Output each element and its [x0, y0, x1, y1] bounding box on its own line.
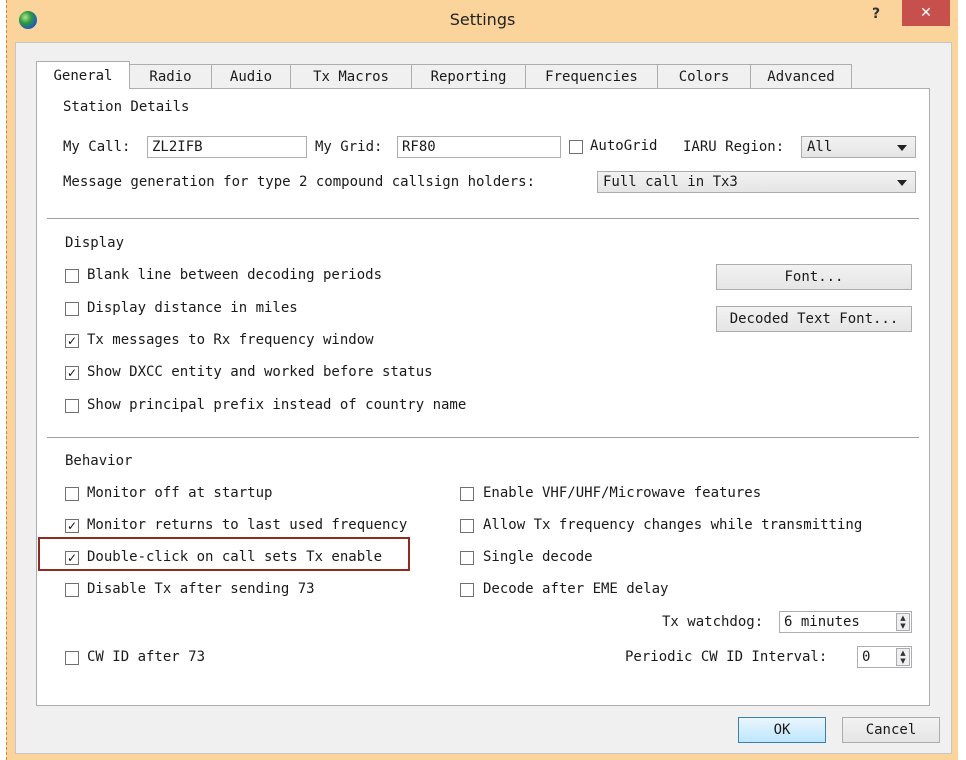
iaru-region-select[interactable]: All — [801, 136, 916, 158]
monitor-returns-label: Monitor returns to last used frequency — [87, 517, 408, 533]
tab-audio[interactable]: Audio — [211, 64, 291, 88]
show-dxcc-label: Show DXCC entity and worked before statu… — [87, 364, 433, 380]
autogrid-checkbox[interactable] — [569, 140, 583, 154]
font-button[interactable]: Font... — [716, 264, 912, 290]
blank-line-checkbox[interactable] — [65, 269, 79, 283]
behavior-title: Behavior — [65, 453, 133, 469]
monitor-returns-checkbox[interactable]: ✓ — [65, 519, 79, 533]
chevron-down-icon — [897, 145, 907, 151]
ok-button[interactable]: OK — [738, 717, 826, 743]
display-title: Display — [65, 235, 125, 251]
decode-eme-label: Decode after EME delay — [483, 581, 669, 597]
my-grid-label: My Grid: — [315, 139, 383, 155]
periodic-cw-id-spinbox[interactable]: 0 ▲ ▼ — [857, 646, 912, 668]
tx-watchdog-value: 6 minutes — [784, 614, 860, 630]
vhf-features-checkbox[interactable] — [460, 487, 474, 501]
show-dxcc-checkbox[interactable]: ✓ — [65, 366, 79, 380]
principal-prefix-checkbox[interactable] — [65, 399, 79, 413]
help-button[interactable]: ? — [866, 6, 886, 26]
tab-tx-macros[interactable]: Tx Macros — [290, 64, 412, 88]
autogrid-label: AutoGrid — [590, 138, 658, 154]
single-decode-checkbox[interactable] — [460, 551, 474, 565]
periodic-cw-id-label: Periodic CW ID Interval: — [625, 649, 828, 665]
monitor-off-label: Monitor off at startup — [87, 485, 273, 501]
tx-to-rx-label: Tx messages to Rx frequency window — [87, 332, 374, 348]
tab-radio[interactable]: Radio — [129, 64, 212, 88]
msg-gen-label: Message generation for type 2 compound c… — [63, 174, 536, 190]
settings-window: Settings ? ✕ General Radio Audio Tx Macr… — [6, 0, 958, 760]
cancel-button[interactable]: Cancel — [842, 717, 940, 743]
spin-arrows-icon[interactable]: ▲ ▼ — [896, 648, 910, 666]
cw-id-label: CW ID after 73 — [87, 649, 206, 665]
vhf-features-label: Enable VHF/UHF/Microwave features — [483, 485, 762, 501]
tab-reporting[interactable]: Reporting — [411, 64, 526, 88]
tx-watchdog-label: Tx watchdog: — [662, 614, 764, 630]
monitor-off-checkbox[interactable] — [65, 487, 79, 501]
decode-eme-checkbox[interactable] — [460, 583, 474, 597]
msg-gen-value: Full call in Tx3 — [603, 174, 738, 190]
tab-frequencies[interactable]: Frequencies — [525, 64, 658, 88]
tab-general[interactable]: General — [36, 61, 130, 89]
blank-line-label: Blank line between decoding periods — [87, 267, 383, 283]
disable-tx-73-checkbox[interactable] — [65, 583, 79, 597]
periodic-cw-id-value: 0 — [862, 649, 871, 665]
window-title: Settings — [449, 10, 516, 29]
my-grid-input[interactable]: RF80 — [397, 136, 561, 158]
disable-tx-73-label: Disable Tx after sending 73 — [87, 581, 315, 597]
distance-miles-checkbox[interactable] — [65, 302, 79, 316]
section-divider — [47, 437, 919, 439]
iaru-region-label: IARU Region: — [683, 139, 785, 155]
section-divider — [47, 218, 919, 220]
msg-gen-select[interactable]: Full call in Tx3 — [597, 171, 916, 193]
tx-to-rx-checkbox[interactable]: ✓ — [65, 334, 79, 348]
cw-id-checkbox[interactable] — [65, 651, 79, 665]
tab-advanced[interactable]: Advanced — [750, 64, 852, 88]
tx-watchdog-spinbox[interactable]: 6 minutes ▲ ▼ — [779, 611, 912, 633]
chevron-down-icon — [897, 180, 907, 186]
iaru-region-value: All — [807, 139, 833, 155]
tab-colors[interactable]: Colors — [657, 64, 751, 88]
highlight-annotation-box — [38, 537, 410, 571]
title-bar[interactable]: Settings ? ✕ — [7, 0, 958, 42]
my-call-input[interactable]: ZL2IFB — [147, 136, 307, 158]
principal-prefix-label: Show principal prefix instead of country… — [87, 397, 467, 413]
allow-tx-change-checkbox[interactable] — [460, 519, 474, 533]
spin-arrows-icon[interactable]: ▲ ▼ — [896, 613, 910, 631]
decoded-text-font-button[interactable]: Decoded Text Font... — [716, 306, 912, 332]
close-button[interactable]: ✕ — [902, 0, 950, 26]
allow-tx-change-label: Allow Tx frequency changes while transmi… — [483, 517, 863, 533]
dialog-body: General Radio Audio Tx Macros Reporting … — [15, 42, 952, 754]
my-call-label: My Call: — [63, 139, 131, 155]
single-decode-label: Single decode — [483, 549, 593, 565]
general-tab-panel: Station Details My Call: ZL2IFB My Grid:… — [36, 88, 930, 706]
station-details-title: Station Details — [63, 99, 190, 115]
distance-miles-label: Display distance in miles — [87, 300, 298, 316]
